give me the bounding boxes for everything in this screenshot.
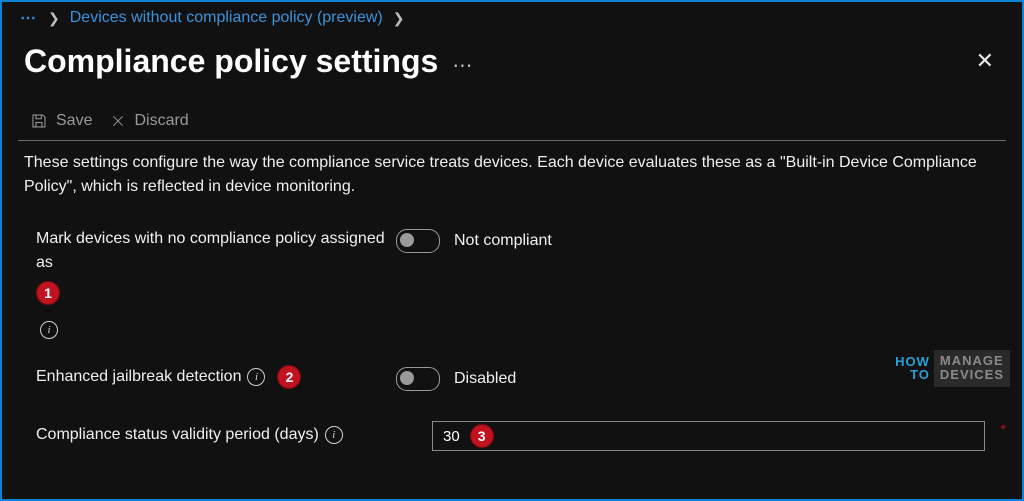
save-button[interactable]: Save bbox=[30, 112, 92, 130]
save-icon bbox=[30, 112, 48, 130]
page-title: Compliance policy settings bbox=[24, 43, 438, 80]
chevron-right-icon: ❯ bbox=[393, 10, 405, 27]
discard-label: Discard bbox=[134, 112, 188, 130]
discard-button[interactable]: Discard bbox=[110, 112, 188, 130]
required-indicator: * bbox=[1001, 421, 1006, 437]
close-icon[interactable]: ✕ bbox=[970, 42, 1000, 80]
breadcrumb-ellipsis[interactable]: ⋯ bbox=[20, 8, 38, 28]
discard-icon bbox=[110, 113, 126, 129]
callout-badge-3: 3 bbox=[470, 424, 494, 448]
setting-mark-devices: Mark devices with no compliance policy a… bbox=[36, 227, 1000, 339]
breadcrumb: ⋯ ❯ Devices without compliance policy (p… bbox=[2, 2, 1022, 28]
toolbar: Save Discard bbox=[2, 80, 1022, 140]
save-label: Save bbox=[56, 112, 92, 130]
chevron-right-icon: ❯ bbox=[48, 10, 60, 27]
toggle-value: Disabled bbox=[454, 370, 516, 388]
setting-label: Mark devices with no compliance policy a… bbox=[36, 227, 396, 275]
info-icon[interactable]: i bbox=[247, 368, 265, 386]
toggle-jailbreak[interactable] bbox=[396, 367, 440, 391]
setting-label: Enhanced jailbreak detection bbox=[36, 365, 241, 389]
input-value: 30 bbox=[443, 428, 460, 445]
info-icon[interactable]: i bbox=[325, 426, 343, 444]
callout-badge-2: 2 bbox=[277, 365, 301, 389]
callout-badge-1: 1 bbox=[36, 281, 60, 305]
breadcrumb-link[interactable]: Devices without compliance policy (previ… bbox=[70, 9, 383, 27]
toggle-value: Not compliant bbox=[454, 232, 552, 250]
toggle-mark-devices[interactable] bbox=[396, 229, 440, 253]
description-text: These settings configure the way the com… bbox=[2, 141, 1022, 203]
setting-jailbreak: Enhanced jailbreak detection i 2 Disable… bbox=[36, 365, 1000, 391]
setting-validity: Compliance status validity period (days)… bbox=[36, 419, 1000, 451]
title-more-icon[interactable]: ⋯ bbox=[452, 53, 474, 78]
info-icon[interactable]: i bbox=[40, 321, 58, 339]
validity-input[interactable]: 30 3 bbox=[432, 421, 985, 451]
setting-label: Compliance status validity period (days) bbox=[36, 423, 319, 447]
